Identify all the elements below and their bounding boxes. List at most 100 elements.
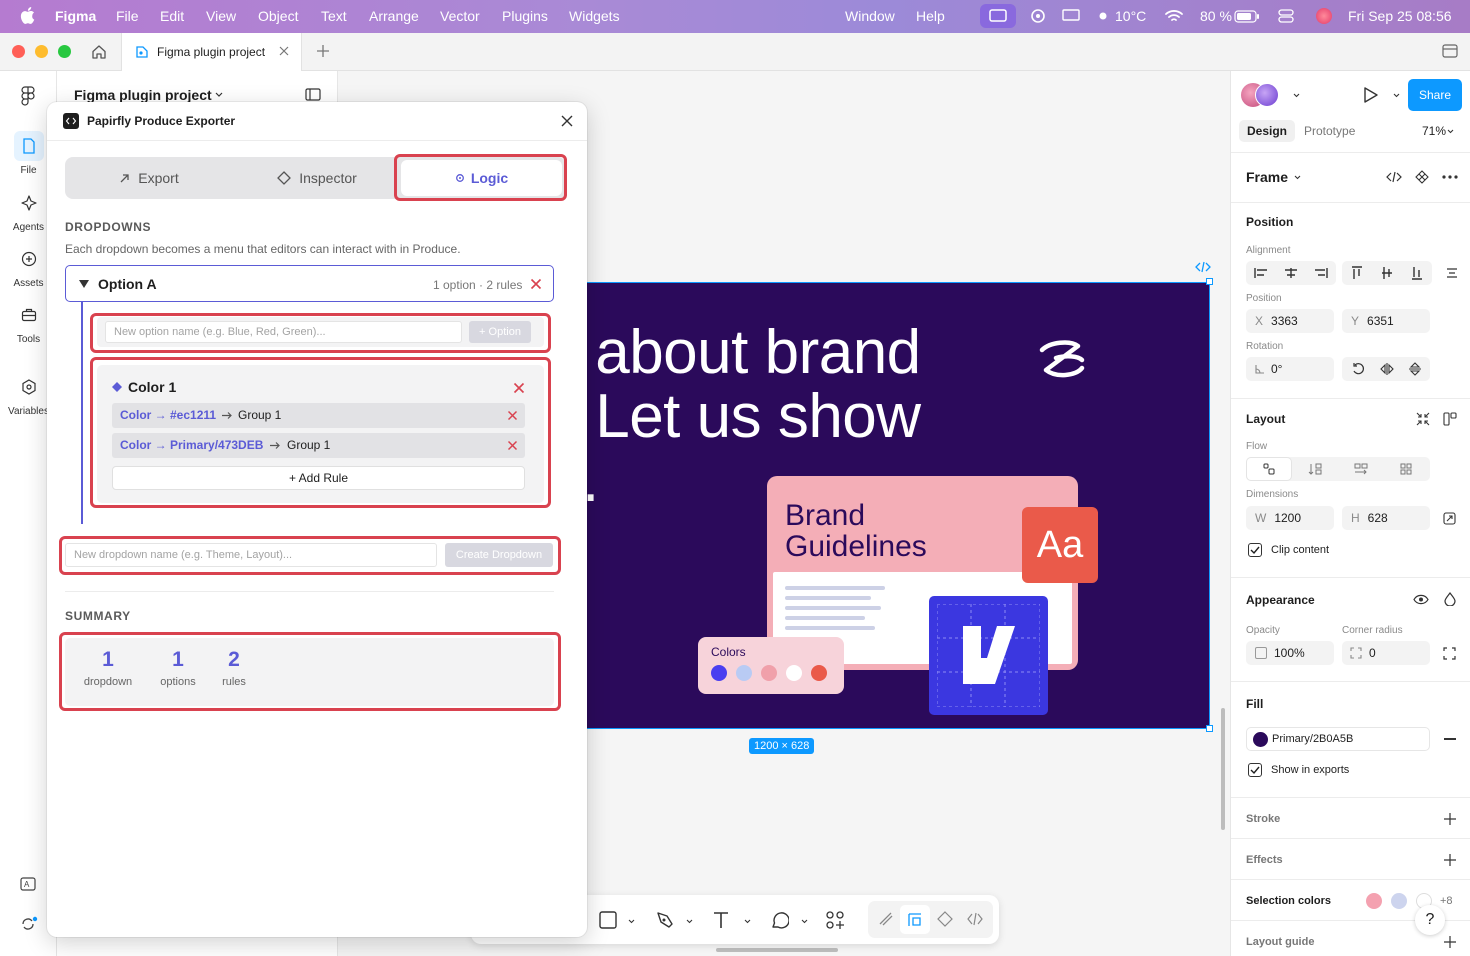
frame-label[interactable]: Frame	[1246, 169, 1288, 185]
tab-export[interactable]: Export	[65, 157, 233, 199]
distribute-icon[interactable]	[1446, 268, 1458, 278]
width-field[interactable]: W 1200	[1246, 506, 1334, 530]
home-icon[interactable]	[91, 44, 107, 60]
close-tab-icon[interactable]	[278, 45, 290, 57]
frame-tool-icon[interactable]	[599, 911, 617, 929]
collapse-icon[interactable]	[1416, 412, 1430, 426]
menu-file[interactable]: File	[116, 8, 139, 24]
screen-mirror-icon[interactable]	[980, 4, 1016, 28]
dev-mode-icon[interactable]	[967, 912, 983, 926]
pen-tool-icon[interactable]	[655, 910, 675, 930]
menu-help[interactable]: Help	[916, 8, 945, 24]
menu-vector[interactable]: Vector	[440, 8, 480, 24]
rule-row[interactable]: Color → Primary/473DEB Group 1	[112, 433, 525, 458]
component-icon[interactable]	[1415, 170, 1429, 184]
figma-logo-icon[interactable]	[19, 86, 37, 106]
vertical-scrollbar[interactable]	[1221, 708, 1225, 830]
display-icon[interactable]	[1062, 9, 1080, 23]
components-tool-icon[interactable]	[826, 911, 844, 929]
sync-icon[interactable]	[20, 916, 38, 932]
sidebar-toggle-icon[interactable]	[1442, 44, 1458, 58]
drop-icon[interactable]	[1444, 592, 1456, 606]
height-field[interactable]: H 628	[1342, 506, 1430, 530]
tab-prototype[interactable]: Prototype	[1304, 124, 1355, 138]
panel-layout-icon[interactable]	[305, 88, 321, 101]
menu-widgets[interactable]: Widgets	[569, 8, 620, 24]
wifi-icon[interactable]	[1165, 9, 1183, 23]
chevron-down-icon[interactable]	[1447, 129, 1454, 134]
text-tool-icon[interactable]	[712, 911, 730, 929]
flow-horizontal-icon[interactable]	[1354, 463, 1368, 475]
new-dropdown-input[interactable]: New dropdown name (e.g. Theme, Layout)..…	[65, 543, 437, 567]
add-rule-button[interactable]: + Add Rule	[112, 466, 525, 490]
draw-mode-icon[interactable]	[878, 911, 894, 927]
chevron-down-icon[interactable]	[628, 919, 635, 924]
flow-free-button[interactable]	[1247, 458, 1291, 480]
weather-text[interactable]: 10°C	[1115, 8, 1146, 24]
align-left-icon[interactable]	[1254, 268, 1268, 278]
align-bottom-icon[interactable]	[1412, 266, 1422, 280]
help-button[interactable]: ?	[1415, 905, 1445, 935]
opacity-field[interactable]: 100%	[1246, 641, 1334, 665]
flip-vertical-icon[interactable]	[1409, 362, 1421, 376]
menu-edit[interactable]: Edit	[160, 8, 184, 24]
maximize-window-button[interactable]	[58, 45, 71, 58]
chevron-down-icon[interactable]	[801, 919, 808, 924]
chevron-down-icon[interactable]	[1294, 175, 1301, 180]
tab-figma-plugin-project[interactable]: Figma plugin project	[121, 33, 302, 71]
clip-content-checkbox[interactable]	[1248, 543, 1262, 557]
align-top-icon[interactable]	[1352, 266, 1362, 280]
code-badge-icon[interactable]	[1195, 261, 1211, 273]
resize-handle[interactable]	[1206, 725, 1213, 732]
tab-inspector[interactable]: Inspector	[233, 157, 401, 199]
eye-icon[interactable]	[1413, 594, 1429, 605]
menu-arrange[interactable]: Arrange	[369, 8, 419, 24]
selection-color-swatch[interactable]	[1366, 893, 1382, 909]
shape-tool-icon[interactable]	[770, 911, 789, 930]
selection-more[interactable]: +8	[1440, 895, 1453, 907]
selection-color-swatch[interactable]	[1391, 893, 1407, 909]
fill-row[interactable]: Primary/2B0A5B	[1246, 727, 1430, 751]
design-frame[interactable]: us about brand s? Let us show ne. Brand …	[479, 278, 1213, 732]
new-tab-icon[interactable]	[316, 44, 330, 58]
add-effect-icon[interactable]	[1444, 854, 1456, 866]
battery-icon[interactable]	[1234, 10, 1260, 23]
close-plugin-icon[interactable]	[560, 114, 574, 128]
rotate-icon[interactable]	[1351, 362, 1365, 376]
tab-design[interactable]: Design	[1239, 120, 1296, 142]
corner-radius-field[interactable]: 0	[1342, 641, 1430, 665]
avatar[interactable]	[1255, 83, 1279, 107]
resize-handle[interactable]	[1206, 278, 1213, 285]
flip-horizontal-icon[interactable]	[1380, 363, 1394, 375]
y-field[interactable]: Y 6351	[1342, 309, 1430, 333]
design-mode-button[interactable]	[900, 905, 930, 934]
independent-corners-icon[interactable]	[1443, 647, 1456, 660]
layout-grid-icon[interactable]	[1443, 412, 1457, 426]
menu-text[interactable]: Text	[321, 8, 347, 24]
add-layout-guide-icon[interactable]	[1444, 936, 1456, 948]
flow-vertical-icon[interactable]	[1308, 463, 1322, 475]
x-field[interactable]: X 3363	[1246, 309, 1334, 333]
code-icon[interactable]	[1386, 171, 1402, 183]
project-name[interactable]: Figma plugin project	[74, 87, 212, 103]
chevron-down-icon[interactable]	[744, 919, 751, 924]
focus-icon[interactable]	[1030, 8, 1046, 24]
show-exports-checkbox[interactable]	[1248, 763, 1262, 777]
chevron-down-icon[interactable]	[1293, 93, 1300, 98]
font-icon[interactable]: A	[20, 877, 36, 891]
delete-dropdown-icon[interactable]	[530, 278, 542, 290]
add-stroke-icon[interactable]	[1444, 813, 1456, 825]
dev-component-icon[interactable]	[937, 911, 953, 927]
more-icon[interactable]	[1442, 175, 1458, 179]
control-center-icon[interactable]	[1278, 9, 1294, 23]
chevron-down-icon[interactable]	[215, 92, 223, 98]
clock[interactable]: Fri Sep 25 08:56	[1348, 8, 1452, 24]
new-option-input[interactable]: New option name (e.g. Blue, Red, Green).…	[105, 321, 462, 343]
rule-row[interactable]: Color → #ec1211 Group 1	[112, 403, 525, 428]
minimize-window-button[interactable]	[35, 45, 48, 58]
rotation-field[interactable]: 0°	[1246, 357, 1334, 381]
add-option-button[interactable]: + Option	[469, 321, 531, 343]
flow-grid-icon[interactable]	[1400, 463, 1412, 475]
horizontal-scrollbar[interactable]	[716, 948, 838, 952]
app-menu[interactable]: Figma	[55, 8, 96, 24]
